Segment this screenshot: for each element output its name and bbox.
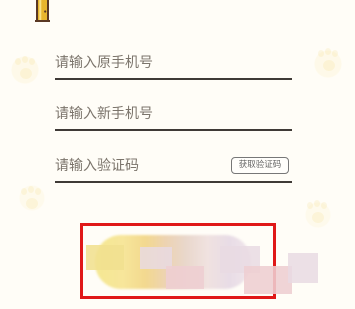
- pixelated-button-block: [86, 245, 124, 270]
- pixelated-button-block: [166, 266, 204, 289]
- pixelated-button-block: [244, 266, 292, 294]
- old-phone-placeholder: 请输入原手机号: [55, 55, 153, 71]
- paw-icon: [315, 48, 343, 76]
- verification-code-placeholder: 请输入验证码: [55, 158, 139, 174]
- new-phone-field[interactable]: 请输入新手机号: [55, 103, 292, 131]
- pixelated-button-block: [288, 253, 318, 283]
- paw-icon: [304, 200, 332, 228]
- paw-icon: [18, 186, 46, 214]
- door-icon: [35, 0, 50, 22]
- paw-icon: [12, 56, 40, 84]
- change-phone-screen: 请输入原手机号 请输入新手机号 请输入验证码 获取验证码: [0, 0, 355, 309]
- new-phone-placeholder: 请输入新手机号: [55, 106, 153, 122]
- get-code-button[interactable]: 获取验证码: [231, 157, 289, 174]
- old-phone-field[interactable]: 请输入原手机号: [55, 52, 292, 80]
